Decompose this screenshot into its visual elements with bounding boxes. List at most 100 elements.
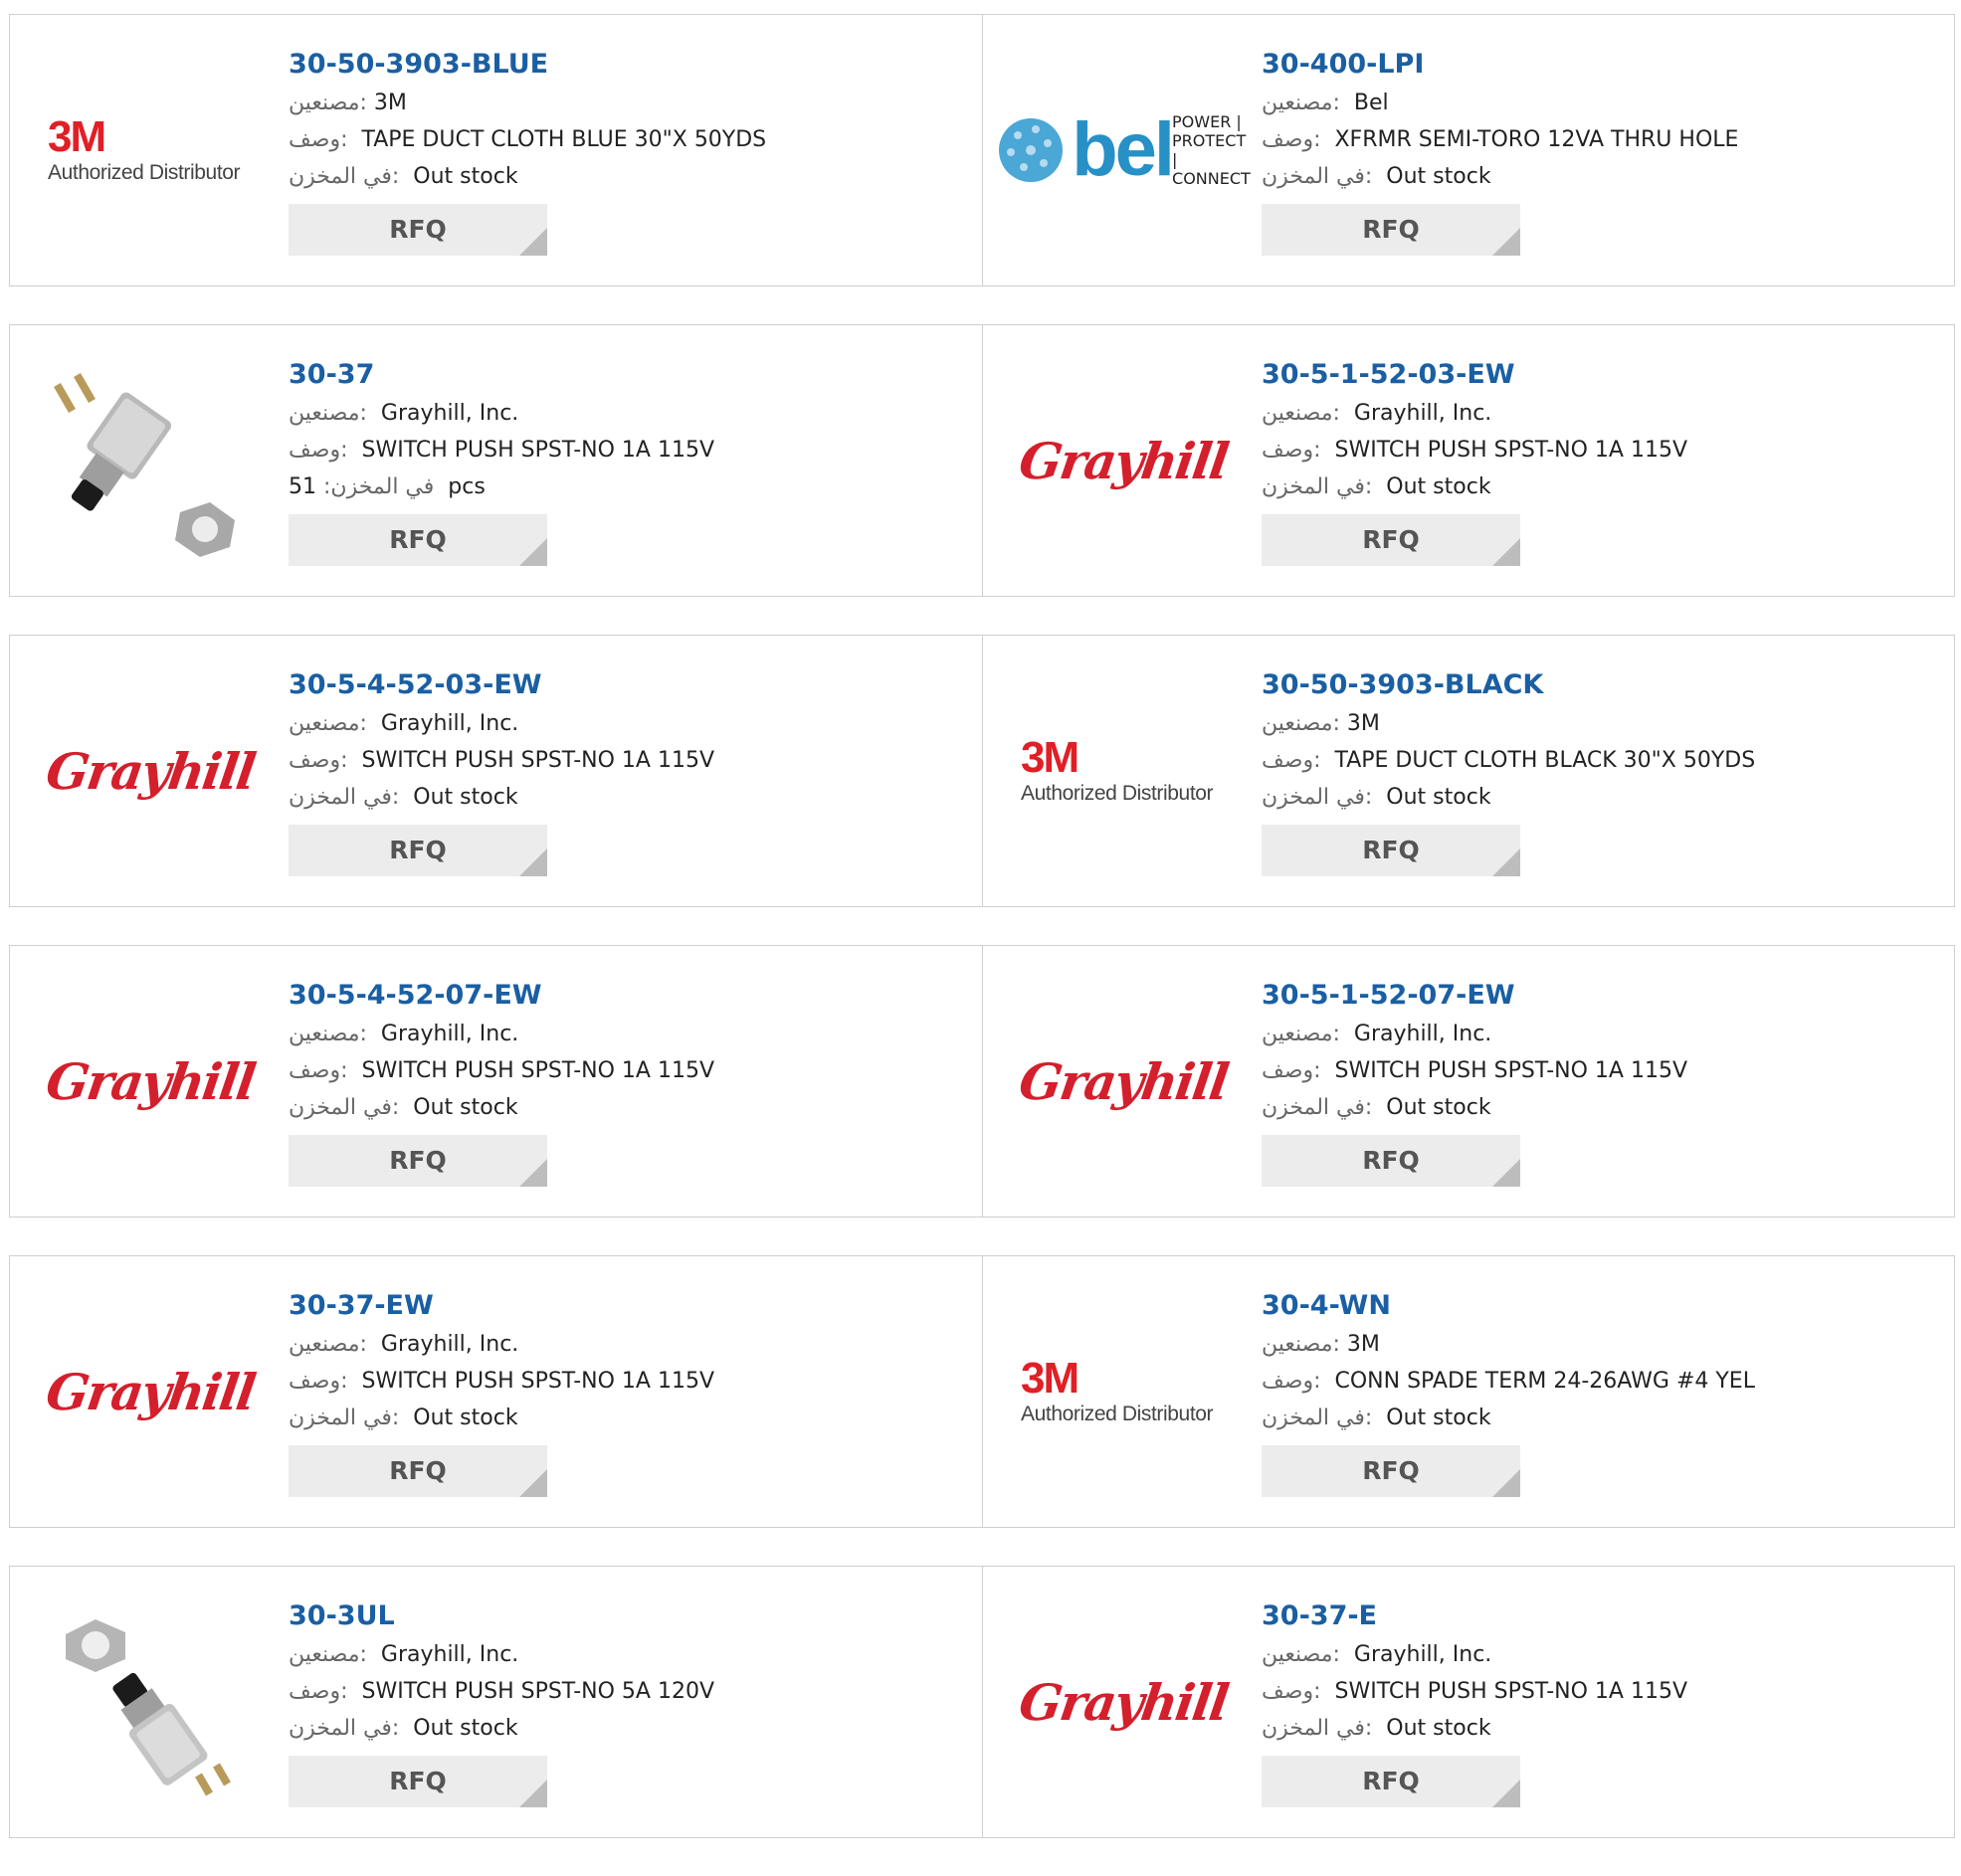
stock-label: في المخزن xyxy=(1262,474,1365,499)
description-value: CONN SPADE TERM 24-26AWG #4 YEL xyxy=(1334,1369,1755,1394)
description-label: وصف xyxy=(289,748,341,773)
part-number-link[interactable]: 30-50-3903-BLUE xyxy=(289,45,962,85)
3m-logo[interactable]: 3M Authorized Distributor xyxy=(1021,1294,1226,1489)
stock-value: Out stock xyxy=(413,164,518,189)
manufacturer-line: مصنعين: Grayhill, Inc. xyxy=(289,401,519,426)
manufacturer-line: مصنعين: Grayhill, Inc. xyxy=(289,711,519,736)
push-switch-image xyxy=(54,373,235,557)
rfq-button[interactable]: RFQ xyxy=(289,1445,547,1497)
product-card: bel POWER | PROTECT | CONNECT 30-400-LPI… xyxy=(982,15,1954,285)
rfq-button[interactable]: RFQ xyxy=(289,204,547,256)
manufacturer-label: مصنعين xyxy=(289,1332,360,1357)
description-line: وصف: SWITCH PUSH SPST-NO 1A 115V xyxy=(1262,1679,1688,1704)
grayhill-logo[interactable]: Grayhill xyxy=(1016,984,1231,1179)
manufacturer-label: مصنعين xyxy=(289,401,360,426)
rfq-button[interactable]: RFQ xyxy=(289,1756,547,1807)
rfq-button[interactable]: RFQ xyxy=(289,1135,547,1187)
description-label: وصف xyxy=(1262,127,1314,152)
part-number-link[interactable]: 30-5-1-52-07-EW xyxy=(1262,976,1934,1016)
description-line: وصف: CONN SPADE TERM 24-26AWG #4 YEL xyxy=(1262,1369,1755,1394)
manufacturer-line: مصنعين: Grayhill, Inc. xyxy=(289,1642,519,1667)
product-card: 3M Authorized Distributor 30-50-3903-BLU… xyxy=(10,15,982,285)
rfq-button[interactable]: RFQ xyxy=(1262,1756,1520,1807)
rfq-button[interactable]: RFQ xyxy=(289,514,547,566)
bel-logo-wordmark: bel xyxy=(1072,107,1175,192)
push-switch-photo[interactable] xyxy=(48,1604,253,1799)
3m-logo[interactable]: 3M Authorized Distributor xyxy=(1021,673,1226,868)
stock-unit: pcs xyxy=(448,474,486,499)
description-value: XFRMR SEMI-TORO 12VA THRU HOLE xyxy=(1334,127,1739,152)
3m-logo-mark: 3M xyxy=(1021,733,1079,782)
3m-logo-mark: 3M xyxy=(1021,1354,1079,1403)
stock-value: Out stock xyxy=(1386,1716,1491,1741)
description-line: وصف: TAPE DUCT CLOTH BLUE 30"X 50YDS xyxy=(289,127,767,152)
manufacturer-value: Grayhill, Inc. xyxy=(380,1022,519,1046)
bel-logo[interactable]: bel POWER | PROTECT | CONNECT xyxy=(999,53,1251,248)
grayhill-logo-wordmark: Grayhill xyxy=(1015,1051,1232,1111)
rfq-button[interactable]: RFQ xyxy=(1262,204,1520,256)
stock-line: في المخزن: Out stock xyxy=(289,1406,518,1430)
part-number-link[interactable]: 30-5-1-52-03-EW xyxy=(1262,355,1934,395)
grayhill-logo-wordmark: Grayhill xyxy=(42,1362,259,1421)
rfq-button[interactable]: RFQ xyxy=(289,825,547,876)
description-label: وصف xyxy=(289,127,341,152)
description-line: وصف: SWITCH PUSH SPST-NO 1A 115V xyxy=(289,438,715,463)
manufacturer-label: مصنعين xyxy=(289,91,360,115)
part-number-link[interactable]: 30-5-4-52-07-EW xyxy=(289,976,962,1016)
part-number-link[interactable]: 30-4-WN xyxy=(1262,1286,1934,1326)
3m-logo[interactable]: 3M Authorized Distributor xyxy=(48,53,253,248)
manufacturer-value: 3M xyxy=(1346,711,1380,736)
part-number-link[interactable]: 30-37-EW xyxy=(289,1286,962,1326)
description-value: SWITCH PUSH SPST-NO 1A 115V xyxy=(361,1058,715,1083)
manufacturer-label: مصنعين xyxy=(1262,401,1333,426)
stock-line: في المخزن: Out stock xyxy=(1262,1716,1491,1741)
manufacturer-value: Grayhill, Inc. xyxy=(380,1642,519,1667)
stock-value: Out stock xyxy=(413,1095,518,1120)
description-value: TAPE DUCT CLOTH BLUE 30"X 50YDS xyxy=(361,127,767,152)
grayhill-logo[interactable]: Grayhill xyxy=(43,673,258,868)
part-number-link[interactable]: 30-37-E xyxy=(1262,1596,1934,1636)
3m-logo-tagline: Authorized Distributor xyxy=(1021,1403,1214,1425)
stock-value: Out stock xyxy=(1386,785,1491,810)
description-line: وصف: SWITCH PUSH SPST-NO 1A 115V xyxy=(1262,438,1688,463)
grayhill-logo[interactable]: Grayhill xyxy=(43,1294,258,1489)
description-label: وصف xyxy=(1262,1679,1314,1704)
product-card: Grayhill 30-5-1-52-07-EW مصنعين: Grayhil… xyxy=(982,946,1954,1217)
stock-value: Out stock xyxy=(413,1406,518,1430)
manufacturer-label: مصنعين xyxy=(1262,1332,1333,1357)
rfq-button[interactable]: RFQ xyxy=(1262,514,1520,566)
stock-value: Out stock xyxy=(1386,164,1491,189)
rfq-button[interactable]: RFQ xyxy=(1262,1135,1520,1187)
description-value: SWITCH PUSH SPST-NO 1A 115V xyxy=(361,1369,715,1394)
product-row: 30-37 مصنعين: Grayhill, Inc. وصف: SWITCH… xyxy=(9,324,1955,597)
stock-line: 51 :في المخزن pcs xyxy=(289,474,486,499)
stock-line: في المخزن: Out stock xyxy=(1262,1406,1491,1430)
part-number-link[interactable]: 30-400-LPI xyxy=(1262,45,1934,85)
manufacturer-label: مصنعين xyxy=(289,1022,360,1046)
grayhill-logo[interactable]: Grayhill xyxy=(43,984,258,1179)
stock-label: في المخزن xyxy=(289,785,392,810)
stock-line: في المخزن: Out stock xyxy=(289,1095,518,1120)
part-number-link[interactable]: 30-5-4-52-03-EW xyxy=(289,665,962,705)
part-number-link[interactable]: 30-37 xyxy=(289,355,962,395)
product-row: Grayhill 30-37-EW مصنعين: Grayhill, Inc.… xyxy=(9,1255,1955,1528)
manufacturer-value: Bel xyxy=(1353,91,1389,115)
manufacturer-line: مصنعين: Grayhill, Inc. xyxy=(1262,1642,1492,1667)
rfq-button[interactable]: RFQ xyxy=(1262,1445,1520,1497)
part-number-link[interactable]: 30-50-3903-BLACK xyxy=(1262,665,1934,705)
grayhill-logo[interactable]: Grayhill xyxy=(1016,363,1231,558)
rfq-button[interactable]: RFQ xyxy=(1262,825,1520,876)
manufacturer-label: مصنعين xyxy=(289,711,360,736)
manufacturer-value: Grayhill, Inc. xyxy=(380,401,519,426)
part-number-link[interactable]: 30-3UL xyxy=(289,1596,962,1636)
manufacturer-label: مصنعين xyxy=(1262,1642,1333,1667)
stock-value: Out stock xyxy=(1386,1095,1491,1120)
stock-line: في المخزن: Out stock xyxy=(1262,474,1491,499)
manufacturer-value: Grayhill, Inc. xyxy=(1353,1022,1492,1046)
push-switch-photo[interactable] xyxy=(48,363,253,558)
grayhill-logo[interactable]: Grayhill xyxy=(1016,1604,1231,1799)
product-card: Grayhill 30-5-4-52-07-EW مصنعين: Grayhil… xyxy=(10,946,982,1217)
product-row: 30-3UL مصنعين: Grayhill, Inc. وصف: SWITC… xyxy=(9,1566,1955,1838)
manufacturer-label: مصنعين xyxy=(1262,1022,1333,1046)
manufacturer-value: Grayhill, Inc. xyxy=(380,711,519,736)
